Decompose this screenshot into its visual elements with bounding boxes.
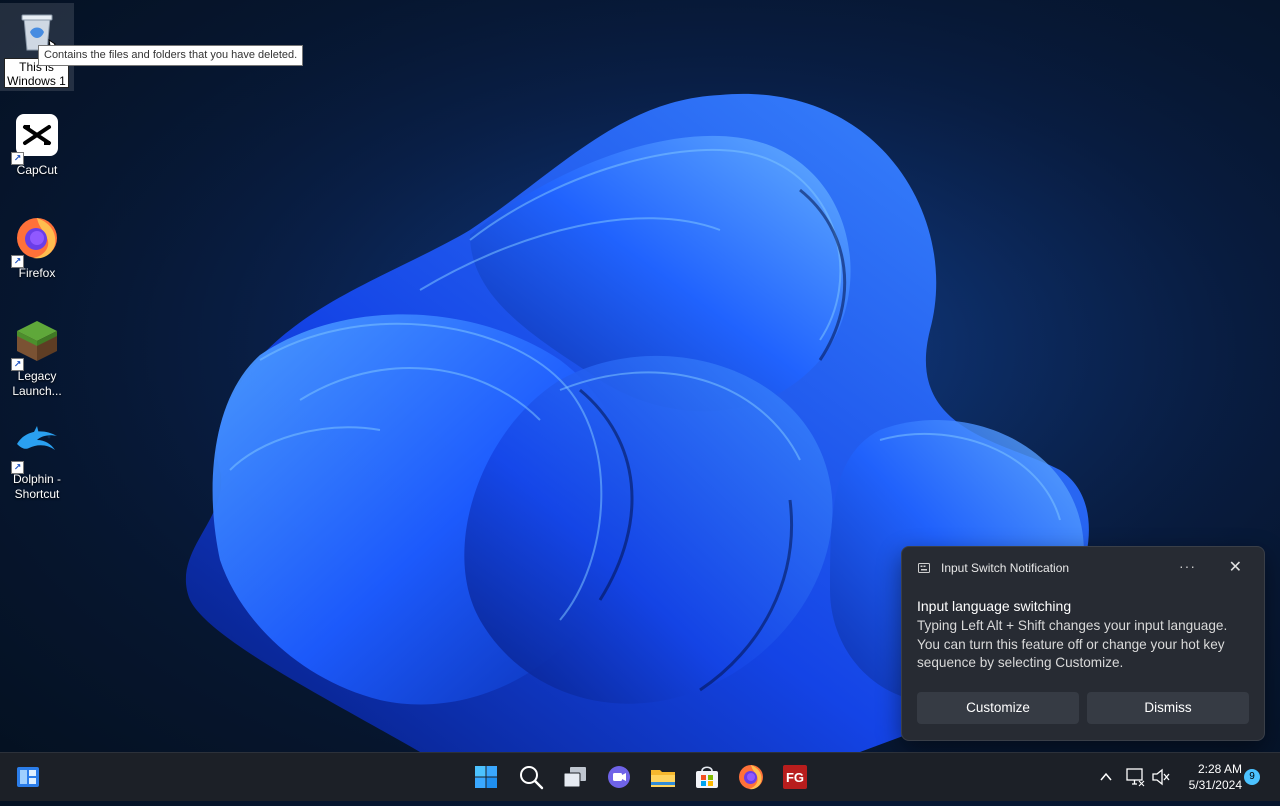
system-clock[interactable]: 2:28 AM 5/31/2024 <box>1172 761 1242 793</box>
teams-chat-icon[interactable] <box>605 763 633 791</box>
capcut-icon: ↗ <box>11 113 59 165</box>
notification-app-name: Input Switch Notification <box>941 561 1070 575</box>
dismiss-button[interactable]: Dismiss <box>1087 692 1249 724</box>
minecraft-grass-block-icon: ↗ <box>11 319 59 371</box>
network-icon[interactable] <box>1124 753 1146 801</box>
shortcut-arrow-icon: ↗ <box>11 152 24 165</box>
firefox-icon[interactable] <box>737 763 765 791</box>
notification-count-badge[interactable]: 9 <box>1244 769 1260 785</box>
close-icon[interactable]: ✕ <box>1229 557 1242 577</box>
fg-app-label: FG <box>786 770 804 785</box>
dolphin-icon: ↗ <box>11 422 59 474</box>
microsoft-store-icon[interactable] <box>693 763 721 791</box>
desktop-icon-legacy-launcher[interactable]: ↗ Legacy Launch... <box>4 319 70 399</box>
search-icon[interactable] <box>517 763 545 791</box>
keyboard-icon <box>918 563 930 573</box>
show-hidden-icons-chevron-icon[interactable] <box>1096 753 1116 801</box>
notification-body: Typing Left Alt + Shift changes your inp… <box>917 618 1228 670</box>
widgets-icon[interactable] <box>14 763 42 791</box>
desktop-icon-dolphin[interactable]: ↗ Dolphin - Shortcut <box>4 422 70 502</box>
windows-start-icon[interactable] <box>472 763 500 791</box>
shortcut-arrow-icon: ↗ <box>11 255 24 268</box>
file-explorer-icon[interactable] <box>649 763 677 791</box>
desktop-icon-label: Legacy Launch... <box>12 369 62 398</box>
fg-app-icon[interactable]: FG <box>781 763 809 791</box>
notification-header: Input Switch Notification ··· ✕ <box>918 557 1248 578</box>
recycle-bin-tooltip: Contains the files and folders that you … <box>38 45 304 66</box>
shortcut-arrow-icon: ↗ <box>11 358 24 371</box>
task-view-icon[interactable] <box>561 763 589 791</box>
desktop-icon-label: Dolphin - Shortcut <box>12 472 62 501</box>
desktop-icon-label: Firefox <box>18 266 56 280</box>
desktop-icon-capcut[interactable]: ↗ CapCut <box>4 113 70 178</box>
input-switch-notification[interactable]: Input Switch Notification ··· ✕ Input la… <box>901 546 1265 741</box>
volume-muted-icon[interactable] <box>1150 753 1172 801</box>
shortcut-arrow-icon: ↗ <box>11 461 24 474</box>
taskbar: FG 2:28 AM 5/31/2024 9 <box>0 752 1280 801</box>
notification-title: Input language switching <box>917 598 1072 614</box>
clock-date: 5/31/2024 <box>1188 778 1242 792</box>
customize-button[interactable]: Customize <box>917 692 1079 724</box>
firefox-icon: ↗ <box>11 216 59 268</box>
desktop-icon-label: CapCut <box>16 163 58 177</box>
desktop-icon-firefox[interactable]: ↗ Firefox <box>4 216 70 281</box>
clock-time: 2:28 AM <box>1197 762 1242 776</box>
more-options-button[interactable]: ··· <box>1179 558 1196 574</box>
